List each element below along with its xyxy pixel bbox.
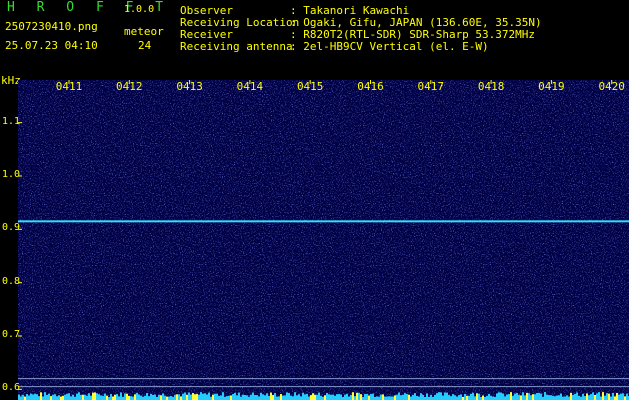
x-tick-label: 0411 xyxy=(55,80,83,93)
antenna-value: : 2el-HB9CV Vertical (el. E-W) xyxy=(290,40,489,53)
x-tick-label: 0418 xyxy=(477,80,505,93)
x-tick-label: 0419 xyxy=(538,80,565,93)
meteor-count: 24 xyxy=(138,39,152,52)
y-tick-label: 0.7 xyxy=(2,329,21,340)
carrier-signal-line xyxy=(18,220,629,223)
x-tick-label: 0412 xyxy=(116,80,143,93)
antenna-label: Receiving antenna xyxy=(180,40,293,53)
y-tick-label: 0.8 xyxy=(2,275,21,287)
y-tick-label: 0.6 xyxy=(2,382,21,394)
x-tick-label: 0416 xyxy=(357,80,384,93)
y-tick-label: 0.9 xyxy=(2,222,21,234)
x-tick-label: 0415 xyxy=(296,80,324,93)
x-tick-label: 0414 xyxy=(236,80,264,93)
app-version: 1.0.0 xyxy=(124,4,155,15)
meteor-label: meteor xyxy=(124,25,164,38)
x-tick-label: 0413 xyxy=(176,80,203,93)
capture-datetime: 25.07.23 04:10 xyxy=(5,39,98,52)
y-tick-label: 1.1 xyxy=(2,115,21,127)
image-filename: 2507230410.png xyxy=(5,20,98,33)
x-tick-label: 0417 xyxy=(417,80,445,93)
y-tick-label: 1.0 xyxy=(2,169,21,180)
x-tick-label: 0420 xyxy=(598,80,625,93)
spectrogram xyxy=(18,80,629,400)
